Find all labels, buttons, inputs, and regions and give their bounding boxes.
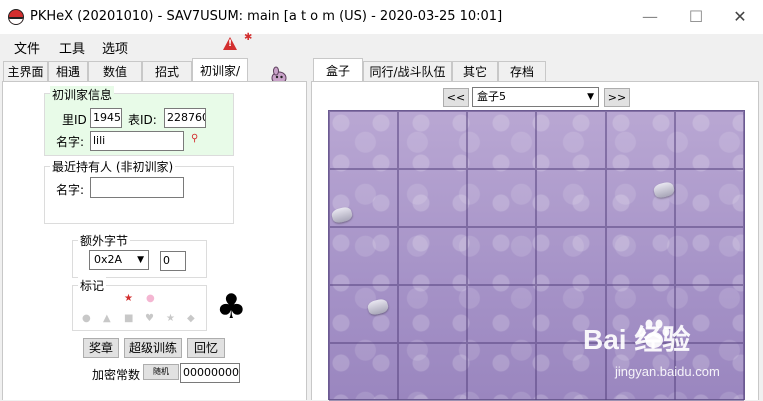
watermark-url: jingyan.baidu.com (615, 364, 720, 379)
box-slot[interactable] (467, 343, 537, 401)
chevron-down-icon: ▼ (587, 92, 594, 102)
gem-icon (366, 297, 390, 317)
extra-bytes-select[interactable]: 0x2A ▼ (89, 250, 149, 270)
menu-options[interactable]: 选项 (102, 38, 128, 57)
tab-met[interactable]: 相遇 (48, 61, 88, 81)
ot-name-input[interactable]: lili (90, 131, 184, 151)
menu-file[interactable]: 文件 (14, 38, 40, 57)
extra-bytes-value[interactable]: 0 (160, 251, 186, 271)
tab-moves[interactable]: 招式 (142, 61, 192, 81)
sid-label: 表ID: (128, 113, 157, 127)
memories-button[interactable]: 回忆 (187, 338, 225, 358)
box-slot[interactable] (674, 111, 744, 169)
menu-tools[interactable]: 工具 (59, 38, 85, 57)
mark-square[interactable]: ■ (124, 313, 133, 324)
chevron-down-icon: ▼ (137, 255, 144, 265)
extra-bytes-title: 额外字节 (78, 232, 131, 249)
box-slot[interactable] (536, 111, 606, 169)
encryption-label: 加密常数 (92, 368, 141, 382)
box-selected: 盒子5 (477, 90, 506, 103)
handler-title: 最近持有人 (非初训家) (50, 158, 176, 175)
handler-name-label: 名字: (56, 183, 85, 197)
box-slot[interactable] (329, 285, 399, 343)
prev-box-button[interactable]: << (443, 88, 469, 107)
box-slot[interactable] (605, 169, 675, 227)
mark-circle-top[interactable]: ● (146, 293, 155, 304)
maximize-button[interactable]: ☐ (673, 0, 719, 34)
box-slot[interactable] (467, 285, 537, 343)
tid-input[interactable]: 1945 (90, 108, 122, 128)
markings-title: 标记 (78, 277, 107, 294)
box-slot[interactable] (536, 169, 606, 227)
location-pin-icon[interactable]: ⚲ (191, 133, 198, 144)
box-slot[interactable] (398, 169, 468, 227)
box-select[interactable]: 盒子5 ▼ (472, 87, 599, 107)
mark-diamond[interactable]: ◆ (187, 313, 195, 324)
box-slot[interactable] (652, 169, 744, 227)
box-slot[interactable] (674, 227, 744, 285)
sid-input[interactable]: 228760 (164, 108, 206, 128)
box-slot[interactable] (398, 343, 468, 401)
ot-name-label: 名字: (56, 135, 85, 149)
tab-box[interactable]: 盒子 (313, 58, 363, 82)
box-slot[interactable] (329, 343, 399, 401)
box-slot[interactable] (329, 169, 399, 227)
box-slot[interactable] (329, 111, 399, 169)
box-slot[interactable] (398, 227, 468, 285)
window-title: PKHeX (20201010) - SAV7USUM: main [a t o… (30, 9, 503, 24)
mark-heart[interactable]: ♥ (145, 313, 154, 324)
next-box-button[interactable]: >> (604, 88, 630, 107)
mark-star[interactable]: ★ (166, 313, 175, 324)
paw-icon (638, 319, 670, 348)
minimize-button[interactable]: — (627, 0, 673, 34)
tab-other[interactable]: 其它 (452, 61, 498, 81)
box-slot[interactable] (467, 169, 537, 227)
ot-info-title: 初训家信息 (50, 86, 115, 103)
close-button[interactable]: ✕ (717, 0, 763, 34)
box-slot[interactable] (605, 227, 675, 285)
warning-icon[interactable]: ! (223, 37, 237, 50)
box-slot[interactable] (605, 111, 675, 169)
tab-ot[interactable]: 初训家/ (192, 58, 248, 82)
ribbons-button[interactable]: 奖章 (83, 338, 119, 358)
mark-circle[interactable]: ● (82, 313, 91, 324)
box-slot[interactable] (536, 227, 606, 285)
tab-party[interactable]: 同行/战斗队伍 (363, 61, 452, 81)
mark-triangle[interactable]: ▲ (103, 313, 111, 324)
tab-stats[interactable]: 数值 (88, 61, 142, 81)
pokeball-icon (8, 9, 24, 25)
mark-star-top[interactable]: ★ (124, 293, 133, 304)
super-training-button[interactable]: 超级训练 (124, 338, 182, 358)
box-slot[interactable] (329, 227, 399, 285)
gem-icon (330, 205, 354, 225)
club-icon: ♣ (216, 287, 247, 327)
box-slot[interactable] (467, 227, 537, 285)
box-slot[interactable] (398, 111, 468, 169)
tab-main[interactable]: 主界面 (3, 61, 48, 81)
box-slot[interactable] (467, 111, 537, 169)
warning-star-icon: ✱ (244, 32, 253, 43)
tab-saves[interactable]: 存档 (498, 61, 546, 81)
tid-label: 里ID (62, 113, 87, 127)
reroll-button[interactable]: 随机 (143, 364, 179, 380)
extra-bytes-selected: 0x2A (94, 253, 123, 266)
encryption-input[interactable]: 00000000 (180, 363, 240, 383)
box-slot[interactable] (398, 285, 468, 343)
handler-name-input[interactable] (90, 177, 184, 198)
